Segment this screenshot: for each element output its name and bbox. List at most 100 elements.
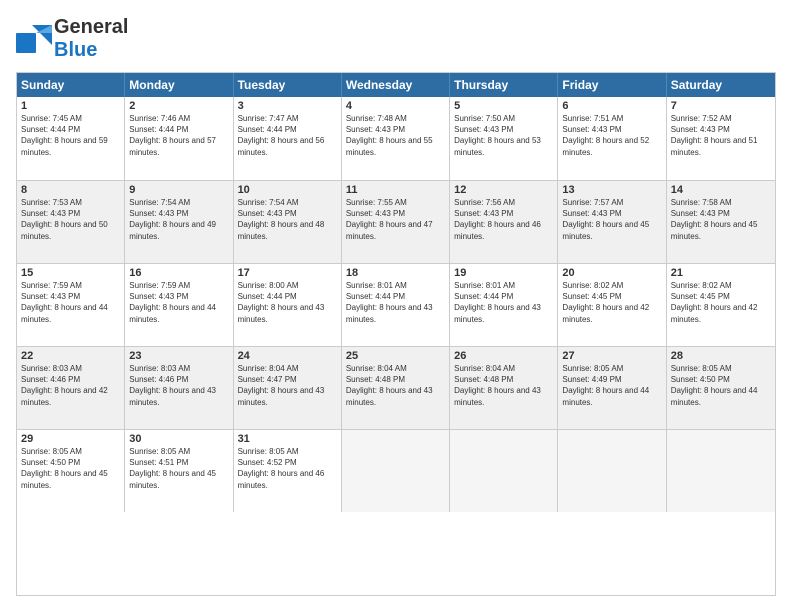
calendar-cell: [667, 430, 775, 512]
logo: GeneralBlue: [16, 16, 128, 62]
calendar-cell: 31Sunrise: 8:05 AMSunset: 4:52 PMDayligh…: [234, 430, 342, 512]
day-number: 15: [21, 267, 120, 279]
day-number: 29: [21, 433, 120, 445]
calendar-cell: 12Sunrise: 7:56 AMSunset: 4:43 PMDayligh…: [450, 181, 558, 263]
calendar-cell: 28Sunrise: 8:05 AMSunset: 4:50 PMDayligh…: [667, 347, 775, 429]
day-info: Sunrise: 8:05 AMSunset: 4:52 PMDaylight:…: [238, 446, 337, 491]
day-number: 30: [129, 433, 228, 445]
day-number: 28: [671, 350, 771, 362]
calendar-cell: 17Sunrise: 8:00 AMSunset: 4:44 PMDayligh…: [234, 264, 342, 346]
day-info: Sunrise: 7:53 AMSunset: 4:43 PMDaylight:…: [21, 197, 120, 242]
calendar-body: 1Sunrise: 7:45 AMSunset: 4:44 PMDaylight…: [17, 97, 775, 595]
day-number: 26: [454, 350, 553, 362]
day-info: Sunrise: 8:01 AMSunset: 4:44 PMDaylight:…: [454, 280, 553, 325]
day-number: 31: [238, 433, 337, 445]
calendar-cell: 14Sunrise: 7:58 AMSunset: 4:43 PMDayligh…: [667, 181, 775, 263]
day-info: Sunrise: 7:57 AMSunset: 4:43 PMDaylight:…: [562, 197, 661, 242]
day-info: Sunrise: 7:48 AMSunset: 4:43 PMDaylight:…: [346, 113, 445, 158]
header: GeneralBlue: [16, 16, 776, 62]
day-info: Sunrise: 7:47 AMSunset: 4:44 PMDaylight:…: [238, 113, 337, 158]
calendar-cell: 29Sunrise: 8:05 AMSunset: 4:50 PMDayligh…: [17, 430, 125, 512]
day-number: 4: [346, 100, 445, 112]
day-number: 17: [238, 267, 337, 279]
day-number: 8: [21, 184, 120, 196]
day-number: 12: [454, 184, 553, 196]
calendar-cell: 5Sunrise: 7:50 AMSunset: 4:43 PMDaylight…: [450, 97, 558, 180]
calendar-week-5: 29Sunrise: 8:05 AMSunset: 4:50 PMDayligh…: [17, 429, 775, 512]
day-info: Sunrise: 8:03 AMSunset: 4:46 PMDaylight:…: [21, 363, 120, 408]
day-number: 19: [454, 267, 553, 279]
day-number: 9: [129, 184, 228, 196]
logo-text: GeneralBlue: [54, 16, 128, 62]
day-number: 21: [671, 267, 771, 279]
calendar-cell: 26Sunrise: 8:04 AMSunset: 4:48 PMDayligh…: [450, 347, 558, 429]
day-number: 22: [21, 350, 120, 362]
day-info: Sunrise: 7:54 AMSunset: 4:43 PMDaylight:…: [238, 197, 337, 242]
day-number: 18: [346, 267, 445, 279]
calendar-cell: [342, 430, 450, 512]
calendar-week-3: 15Sunrise: 7:59 AMSunset: 4:43 PMDayligh…: [17, 263, 775, 346]
day-number: 10: [238, 184, 337, 196]
day-info: Sunrise: 8:04 AMSunset: 4:48 PMDaylight:…: [454, 363, 553, 408]
day-info: Sunrise: 8:00 AMSunset: 4:44 PMDaylight:…: [238, 280, 337, 325]
calendar-cell: 21Sunrise: 8:02 AMSunset: 4:45 PMDayligh…: [667, 264, 775, 346]
weekday-header-friday: Friday: [558, 73, 666, 97]
calendar-cell: 18Sunrise: 8:01 AMSunset: 4:44 PMDayligh…: [342, 264, 450, 346]
calendar-cell: 23Sunrise: 8:03 AMSunset: 4:46 PMDayligh…: [125, 347, 233, 429]
calendar-cell: 30Sunrise: 8:05 AMSunset: 4:51 PMDayligh…: [125, 430, 233, 512]
day-number: 1: [21, 100, 120, 112]
day-info: Sunrise: 8:05 AMSunset: 4:50 PMDaylight:…: [21, 446, 120, 491]
calendar-cell: 7Sunrise: 7:52 AMSunset: 4:43 PMDaylight…: [667, 97, 775, 180]
page: GeneralBlue SundayMondayTuesdayWednesday…: [0, 0, 792, 612]
calendar-cell: 11Sunrise: 7:55 AMSunset: 4:43 PMDayligh…: [342, 181, 450, 263]
calendar-week-4: 22Sunrise: 8:03 AMSunset: 4:46 PMDayligh…: [17, 346, 775, 429]
calendar-cell: 8Sunrise: 7:53 AMSunset: 4:43 PMDaylight…: [17, 181, 125, 263]
day-info: Sunrise: 8:05 AMSunset: 4:50 PMDaylight:…: [671, 363, 771, 408]
day-info: Sunrise: 7:45 AMSunset: 4:44 PMDaylight:…: [21, 113, 120, 158]
weekday-header-saturday: Saturday: [667, 73, 775, 97]
calendar-cell: 10Sunrise: 7:54 AMSunset: 4:43 PMDayligh…: [234, 181, 342, 263]
calendar-cell: 16Sunrise: 7:59 AMSunset: 4:43 PMDayligh…: [125, 264, 233, 346]
day-info: Sunrise: 8:02 AMSunset: 4:45 PMDaylight:…: [562, 280, 661, 325]
day-number: 11: [346, 184, 445, 196]
calendar-cell: 25Sunrise: 8:04 AMSunset: 4:48 PMDayligh…: [342, 347, 450, 429]
weekday-header-wednesday: Wednesday: [342, 73, 450, 97]
day-info: Sunrise: 8:01 AMSunset: 4:44 PMDaylight:…: [346, 280, 445, 325]
calendar: SundayMondayTuesdayWednesdayThursdayFrid…: [16, 72, 776, 596]
day-info: Sunrise: 7:56 AMSunset: 4:43 PMDaylight:…: [454, 197, 553, 242]
calendar-cell: 22Sunrise: 8:03 AMSunset: 4:46 PMDayligh…: [17, 347, 125, 429]
day-info: Sunrise: 8:04 AMSunset: 4:47 PMDaylight:…: [238, 363, 337, 408]
day-number: 13: [562, 184, 661, 196]
day-info: Sunrise: 8:03 AMSunset: 4:46 PMDaylight:…: [129, 363, 228, 408]
calendar-cell: 27Sunrise: 8:05 AMSunset: 4:49 PMDayligh…: [558, 347, 666, 429]
day-info: Sunrise: 7:58 AMSunset: 4:43 PMDaylight:…: [671, 197, 771, 242]
day-number: 7: [671, 100, 771, 112]
calendar-cell: 19Sunrise: 8:01 AMSunset: 4:44 PMDayligh…: [450, 264, 558, 346]
calendar-cell: 15Sunrise: 7:59 AMSunset: 4:43 PMDayligh…: [17, 264, 125, 346]
day-number: 5: [454, 100, 553, 112]
calendar-cell: [558, 430, 666, 512]
day-info: Sunrise: 7:59 AMSunset: 4:43 PMDaylight:…: [129, 280, 228, 325]
weekday-header-sunday: Sunday: [17, 73, 125, 97]
day-number: 23: [129, 350, 228, 362]
calendar-header: SundayMondayTuesdayWednesdayThursdayFrid…: [17, 73, 775, 97]
calendar-cell: 2Sunrise: 7:46 AMSunset: 4:44 PMDaylight…: [125, 97, 233, 180]
logo-icon: [16, 25, 52, 53]
day-info: Sunrise: 7:55 AMSunset: 4:43 PMDaylight:…: [346, 197, 445, 242]
weekday-header-thursday: Thursday: [450, 73, 558, 97]
day-number: 25: [346, 350, 445, 362]
day-number: 24: [238, 350, 337, 362]
calendar-cell: 9Sunrise: 7:54 AMSunset: 4:43 PMDaylight…: [125, 181, 233, 263]
calendar-cell: 24Sunrise: 8:04 AMSunset: 4:47 PMDayligh…: [234, 347, 342, 429]
calendar-week-1: 1Sunrise: 7:45 AMSunset: 4:44 PMDaylight…: [17, 97, 775, 180]
day-number: 20: [562, 267, 661, 279]
calendar-cell: 4Sunrise: 7:48 AMSunset: 4:43 PMDaylight…: [342, 97, 450, 180]
day-info: Sunrise: 7:59 AMSunset: 4:43 PMDaylight:…: [21, 280, 120, 325]
day-info: Sunrise: 8:05 AMSunset: 4:51 PMDaylight:…: [129, 446, 228, 491]
day-number: 14: [671, 184, 771, 196]
day-number: 27: [562, 350, 661, 362]
weekday-header-monday: Monday: [125, 73, 233, 97]
calendar-cell: 20Sunrise: 8:02 AMSunset: 4:45 PMDayligh…: [558, 264, 666, 346]
day-info: Sunrise: 7:54 AMSunset: 4:43 PMDaylight:…: [129, 197, 228, 242]
day-info: Sunrise: 7:52 AMSunset: 4:43 PMDaylight:…: [671, 113, 771, 158]
